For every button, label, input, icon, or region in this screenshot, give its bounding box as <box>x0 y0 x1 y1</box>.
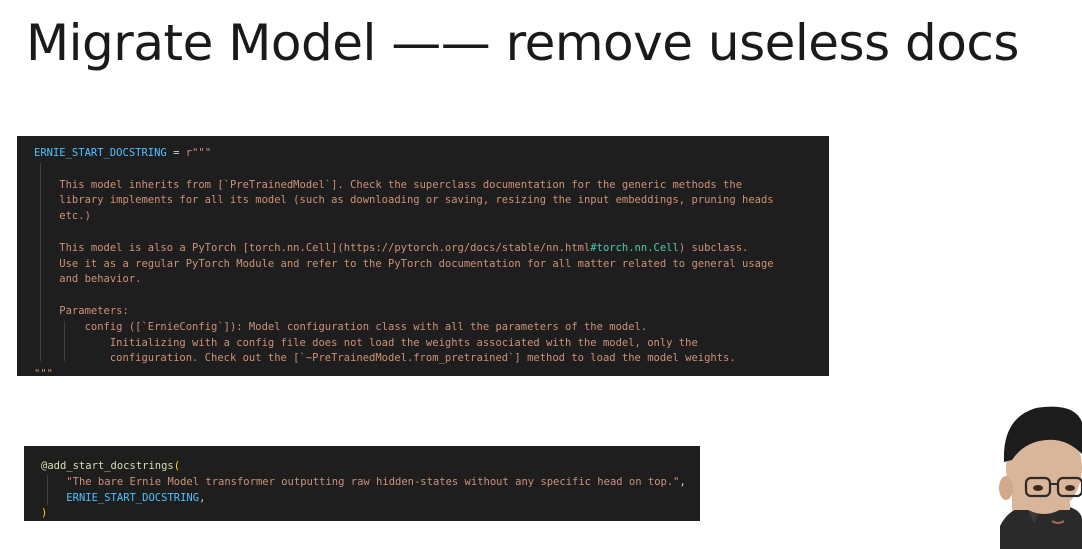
docstring-code-block: ERNIE_START_DOCSTRING = r""" This model … <box>17 136 829 380</box>
docstring-text: Use it as a regular PyTorch Module and r… <box>34 257 774 270</box>
code-line: This model inherits from [`PreTrainedMod… <box>34 178 829 194</box>
docstring-link-anchor: #torch.nn.Cell <box>590 241 679 254</box>
code-line: ERNIE_START_DOCSTRING = r""" <box>34 146 829 162</box>
webcam-feed <box>994 398 1082 549</box>
code-line: ERNIE_START_DOCSTRING, <box>41 491 700 507</box>
decorator-arg-string: "The bare Ernie Model transformer output… <box>66 475 680 488</box>
docstring-text: library implements for all its model (su… <box>34 194 774 207</box>
code-line: config ([`ErnieConfig`]): Model configur… <box>34 320 829 336</box>
decorator-name: @add_start_docstrings <box>41 460 174 472</box>
code-line: Use it as a regular PyTorch Module and r… <box>34 257 829 273</box>
indent-guide <box>40 163 41 361</box>
docstring-text: Initializing with a config file does not… <box>34 336 698 349</box>
decorator-arg-var: ERNIE_START_DOCSTRING <box>66 491 200 504</box>
docstring-text: Parameters: <box>34 304 129 317</box>
docstring-text: """ <box>34 368 53 381</box>
indent-guide <box>64 321 65 361</box>
close-paren: ) <box>41 507 48 520</box>
docstring-text: and behavior. <box>34 273 142 286</box>
presenter-avatar-icon <box>994 398 1082 549</box>
code-line: """ <box>34 367 829 383</box>
comma: , <box>679 475 686 488</box>
docstring-text: config ([`ErnieConfig`]): Model configur… <box>34 320 648 333</box>
slide-title: Migrate Model —— remove useless docs <box>26 14 1019 72</box>
code-line: Initializing with a config file does not… <box>34 336 829 352</box>
decorator-code-block: @add_start_docstrings( "The bare Ernie M… <box>24 446 700 521</box>
docstring-text: This model is also a PyTorch [torch.nn.C… <box>34 241 591 254</box>
code-line: library implements for all its model (su… <box>34 193 829 209</box>
assign-operator: = <box>166 147 186 159</box>
code-line: configuration. Check out the [`~PreTrain… <box>34 351 829 367</box>
docstring-variable: ERNIE_START_DOCSTRING <box>34 147 167 159</box>
docstring-text: ) subclass. <box>678 241 749 254</box>
docstring-text: configuration. Check out the [`~PreTrain… <box>34 352 736 365</box>
code-line: @add_start_docstrings( <box>41 459 700 475</box>
code-line: "The bare Ernie Model transformer output… <box>41 475 700 491</box>
docstring-text: This model inherits from [`PreTrainedMod… <box>34 178 743 191</box>
code-line: ) <box>41 506 700 522</box>
code-line: etc.) <box>34 209 829 225</box>
code-line: This model is also a PyTorch [torch.nn.C… <box>34 241 829 257</box>
code-line: Parameters: <box>34 304 829 320</box>
docstring-text: etc.) <box>34 210 91 223</box>
open-paren: ( <box>173 460 181 472</box>
docstring-text: r""" <box>185 147 212 159</box>
code-line: and behavior. <box>34 272 829 288</box>
comma: , <box>199 491 206 504</box>
indent-guide <box>47 475 48 505</box>
